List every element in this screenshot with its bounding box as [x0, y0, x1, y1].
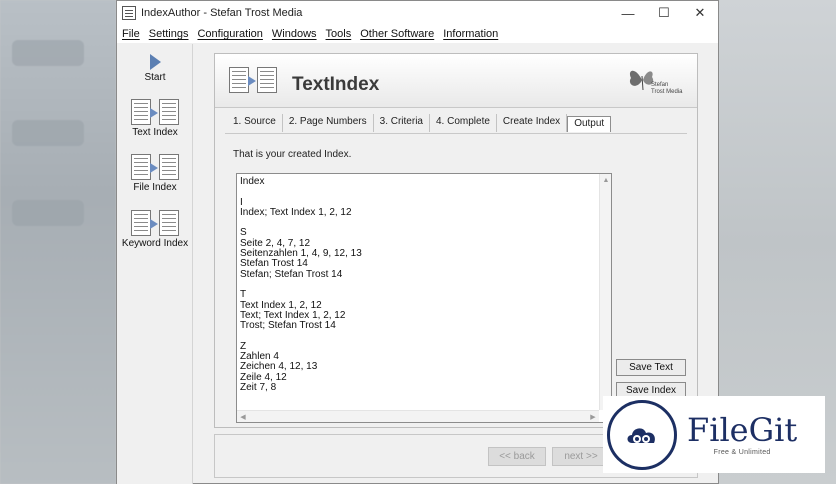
sidebar-item-start[interactable]: Start	[117, 46, 193, 83]
output-line: Zeile 4, 12	[240, 371, 287, 383]
blurred-shape	[12, 200, 84, 226]
menu-other-software[interactable]: Other Software	[360, 28, 434, 40]
window-title: IndexAuthor - Stefan Trost Media	[141, 7, 303, 19]
filegit-watermark: FileGit Free & Unlimited	[603, 396, 825, 473]
file-index-icon	[129, 154, 181, 180]
intro-text: That is your created Index.	[233, 149, 352, 160]
horizontal-scrollbar[interactable]: ◀ ▶	[237, 410, 599, 422]
menu-file[interactable]: File	[122, 28, 140, 40]
tab-page-numbers[interactable]: 2. Page Numbers	[283, 114, 374, 132]
output-line: Index; Text Index 1, 2, 12	[240, 206, 352, 218]
filegit-logo-icon	[607, 399, 677, 470]
index-output-textarea[interactable]: Index I Index; Text Index 1, 2, 12 S Seite…	[236, 173, 612, 423]
vertical-scrollbar[interactable]: ▲ ▼	[599, 174, 611, 410]
app-icon	[122, 6, 136, 20]
output-line: Trost; Stefan Trost 14	[240, 320, 336, 332]
output-line: Zeichen 4, 12, 13	[240, 361, 318, 373]
menu-information[interactable]: Information	[443, 28, 498, 40]
sidebar-item-label: File Index	[133, 182, 177, 193]
scroll-right-icon[interactable]: ▶	[587, 411, 599, 423]
maximize-button[interactable]: ☐	[646, 1, 682, 25]
next-button[interactable]: next >>	[552, 447, 610, 466]
scroll-up-icon[interactable]: ▲	[600, 174, 612, 186]
text-index-icon	[227, 67, 279, 93]
menu-configuration[interactable]: Configuration	[197, 28, 262, 40]
wizard-tabs: 1. Source 2. Page Numbers 3. Criteria 4.…	[227, 114, 612, 132]
scroll-left-icon[interactable]: ◀	[237, 411, 249, 423]
keyword-index-icon	[129, 210, 181, 236]
menu-tools[interactable]: Tools	[326, 28, 352, 40]
brand-logo: Stefan Trost Media	[625, 62, 683, 100]
menu-windows[interactable]: Windows	[272, 28, 317, 40]
sidebar: Start Text Index File Index Keyword Inde…	[117, 44, 193, 484]
panel-banner: TextIndex Stefan Trost Media	[215, 54, 697, 108]
menu-settings[interactable]: Settings	[149, 28, 189, 40]
blurred-shape	[12, 120, 84, 146]
save-text-button[interactable]: Save Text	[616, 359, 686, 376]
sidebar-item-keyword-index[interactable]: Keyword Index	[117, 210, 193, 249]
output-line: Zeit 7, 8	[240, 381, 277, 393]
page-title: TextIndex	[292, 74, 380, 95]
sidebar-item-file-index[interactable]: File Index	[117, 154, 193, 193]
desktop-background-left	[0, 0, 116, 484]
menu-bar: File Settings Configuration Windows Tool…	[117, 25, 718, 43]
sidebar-item-label: Start	[144, 72, 166, 83]
close-button[interactable]: ✕	[682, 1, 718, 25]
minimize-button[interactable]: —	[610, 1, 646, 25]
sidebar-item-text-index[interactable]: Text Index	[117, 99, 193, 138]
play-arrow-icon	[149, 54, 161, 70]
tab-complete[interactable]: 4. Complete	[430, 114, 497, 132]
output-line: Index	[240, 176, 265, 187]
sidebar-item-label: Text Index	[132, 127, 178, 138]
index-output-text: Index I Index; Text Index 1, 2, 12 S Seite…	[240, 176, 597, 393]
watermark-title: FileGit	[687, 411, 798, 449]
output-line: Stefan; Stefan Trost 14	[240, 268, 343, 280]
tab-output[interactable]: Output	[567, 116, 612, 132]
blurred-shape	[12, 40, 84, 66]
watermark-text: FileGit Free & Unlimited	[687, 413, 797, 456]
watermark-subtitle: Free & Unlimited	[713, 449, 771, 456]
cloud-icon	[627, 427, 655, 443]
text-index-icon	[129, 99, 181, 125]
main-panel: TextIndex Stefan Trost Media 1. Source 2…	[214, 53, 698, 428]
window-controls: — ☐ ✕	[610, 1, 718, 25]
brand-text: Stefan Trost Media	[651, 82, 683, 95]
tab-source[interactable]: 1. Source	[227, 114, 283, 132]
tab-divider	[225, 133, 687, 134]
sidebar-item-label: Keyword Index	[121, 238, 189, 249]
output-line: Z	[240, 340, 247, 352]
tab-create-index[interactable]: Create Index	[497, 114, 568, 132]
title-bar: IndexAuthor - Stefan Trost Media — ☐ ✕	[117, 1, 718, 25]
tab-criteria[interactable]: 3. Criteria	[374, 114, 430, 132]
back-button[interactable]: << back	[488, 447, 546, 466]
